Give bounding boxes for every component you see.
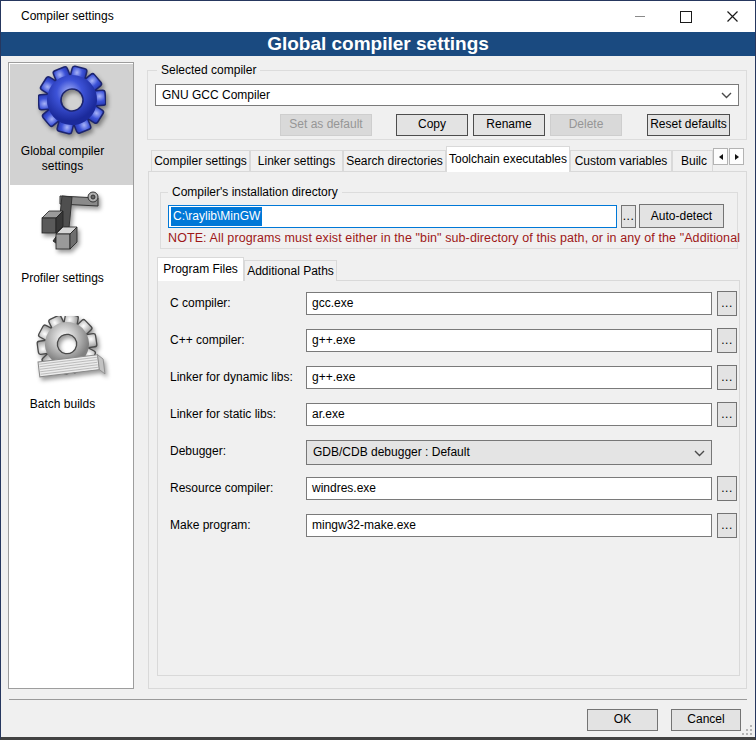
rename-button[interactable]: Rename <box>473 114 545 136</box>
browse-directory-button[interactable]: ... <box>621 205 636 228</box>
tab-scroll-left-button[interactable] <box>713 148 728 165</box>
note-text: NOTE: All programs must exist either in … <box>168 231 740 245</box>
sidebar-item-batch-builds[interactable]: Batch builds <box>1 397 124 412</box>
c-compiler-browse-button[interactable]: ... <box>717 291 737 316</box>
cpp-compiler-browse-button[interactable]: ... <box>717 328 737 353</box>
compiler-select-value: GNU GCC Compiler <box>162 88 270 102</box>
close-icon <box>727 11 738 22</box>
c-compiler-input[interactable]: gcc.exe <box>306 292 712 315</box>
cancel-button[interactable]: Cancel <box>671 709 741 731</box>
linker-static-browse-button[interactable]: ... <box>717 402 737 427</box>
chevron-down-icon <box>721 92 732 99</box>
global-compiler-settings-icon <box>38 65 106 135</box>
window-title: Compiler settings <box>21 9 114 23</box>
tab-toolchain-executables[interactable]: Toolchain executables <box>446 146 570 172</box>
linker-static-label: Linker for static libs: <box>170 407 276 421</box>
compiler-select[interactable]: GNU GCC Compiler <box>155 84 739 106</box>
make-program-label: Make program: <box>170 518 251 532</box>
sidebar-item-profiler-settings[interactable]: Profiler settings <box>1 271 124 286</box>
make-program-browse-button[interactable]: ... <box>717 513 737 538</box>
close-button[interactable] <box>709 1 755 32</box>
arrow-right-icon <box>735 154 739 160</box>
selected-text: C:\raylib\MinGW <box>171 207 262 226</box>
c-compiler-label: C compiler: <box>170 296 231 310</box>
tab-additional-paths[interactable]: Additional Paths <box>244 260 337 281</box>
copy-button[interactable]: Copy <box>396 114 468 136</box>
ellipsis-label: ... <box>622 212 635 221</box>
reset-defaults-button[interactable]: Reset defaults <box>647 114 730 136</box>
maximize-icon <box>680 11 692 23</box>
tab-compiler-settings[interactable]: Compiler settings <box>151 150 250 171</box>
linker-dynamic-browse-button[interactable]: ... <box>717 365 737 390</box>
minimize-button[interactable] <box>617 1 663 32</box>
resource-compiler-input[interactable]: windres.exe <box>306 477 712 500</box>
make-program-input[interactable]: mingw32-make.exe <box>306 514 712 537</box>
linker-dynamic-label: Linker for dynamic libs: <box>170 370 293 384</box>
tab-build-options[interactable]: Builc <box>672 150 713 171</box>
resize-grip[interactable] <box>742 725 752 735</box>
tab-linker-settings[interactable]: Linker settings <box>250 150 343 171</box>
auto-detect-button[interactable]: Auto-detect <box>639 204 724 228</box>
set-as-default-button[interactable]: Set as default <box>280 114 372 136</box>
installation-directory-group-label: Compiler's installation directory <box>168 185 342 199</box>
debugger-select-value: GDB/CDB debugger : Default <box>313 445 470 459</box>
batch-builds-icon <box>36 316 106 396</box>
dialog-header: Global compiler settings <box>1 32 755 56</box>
linker-dynamic-input[interactable]: g++.exe <box>306 366 712 389</box>
debugger-select[interactable]: GDB/CDB debugger : Default <box>306 440 712 465</box>
linker-static-input[interactable]: ar.exe <box>306 403 712 426</box>
ok-button[interactable]: OK <box>587 709 658 731</box>
delete-button[interactable]: Delete <box>550 114 622 136</box>
chevron-down-icon <box>694 450 705 457</box>
arrow-left-icon <box>719 154 723 160</box>
cpp-compiler-label: C++ compiler: <box>170 333 245 347</box>
footer-divider <box>9 699 747 700</box>
selected-compiler-group-label: Selected compiler <box>157 63 260 77</box>
sidebar-label-global[interactable]: Global compiler settings <box>1 144 124 174</box>
cpp-compiler-input[interactable]: g++.exe <box>306 329 712 352</box>
resource-compiler-label: Resource compiler: <box>170 481 273 495</box>
debugger-label: Debugger: <box>170 444 226 458</box>
maximize-button[interactable] <box>663 1 709 32</box>
title-bar: Compiler settings <box>1 1 755 32</box>
tab-program-files[interactable]: Program Files <box>157 257 244 281</box>
tab-custom-variables[interactable]: Custom variables <box>570 150 672 171</box>
tab-search-directories[interactable]: Search directories <box>343 150 446 171</box>
tab-scroll-right-button[interactable] <box>729 148 744 165</box>
profiler-settings-icon <box>36 188 106 262</box>
compiler-settings-dialog: Compiler settings Global compiler settin… <box>0 0 756 740</box>
minimize-icon <box>635 16 645 17</box>
installation-directory-input[interactable]: C:\raylib\MinGW <box>168 205 617 228</box>
resource-compiler-browse-button[interactable]: ... <box>717 476 737 501</box>
